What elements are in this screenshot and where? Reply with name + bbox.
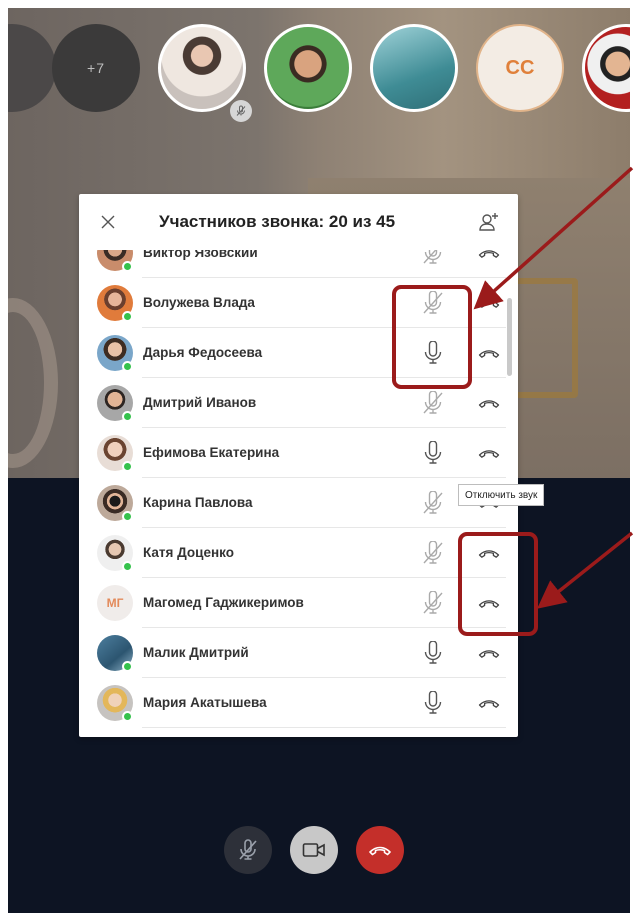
- online-status-dot: [122, 461, 133, 472]
- participant-name: Дмитрий Иванов: [143, 395, 257, 410]
- participant-name: Малик Дмитрий: [143, 645, 249, 660]
- participant-row: Виктор Язовский: [79, 250, 518, 278]
- participant-name: Дарья Федосеева: [143, 345, 263, 360]
- participant-muted-indicator[interactable]: [420, 390, 446, 416]
- participant-row: Катя Доценко: [79, 528, 518, 578]
- participant-name: Карина Павлова: [143, 495, 253, 510]
- participant-row: МГ Магомед Гаджикеримов: [79, 578, 518, 628]
- hang-up-icon: [478, 650, 500, 658]
- hang-up-icon: [478, 450, 500, 458]
- end-call-button[interactable]: [356, 826, 404, 874]
- participants-panel: Участников звонка: 20 из 45 Виктор Язовс…: [79, 194, 518, 737]
- remove-from-call-button[interactable]: [476, 393, 502, 413]
- panel-header: Участников звонка: 20 из 45: [79, 194, 518, 250]
- participant-avatar-initials[interactable]: CC: [476, 24, 564, 112]
- close-button[interactable]: [97, 211, 119, 233]
- hang-up-icon: [478, 400, 500, 408]
- hang-up-icon: [478, 300, 500, 308]
- tooltip: Отключить звук: [458, 484, 545, 506]
- remove-from-call-button[interactable]: [476, 250, 502, 263]
- hang-up-icon: [478, 250, 500, 258]
- participant-avatar: МГ: [97, 585, 133, 621]
- participant-muted-indicator[interactable]: [420, 250, 446, 266]
- participant-name: Виктор Язовский: [143, 250, 258, 260]
- add-user-icon: [479, 213, 498, 231]
- participant-name: Ефимова Екатерина: [143, 445, 280, 460]
- mic-icon: [424, 641, 442, 664]
- participant-name: Катя Доценко: [143, 545, 234, 560]
- highlight-box-hangup: [458, 532, 538, 636]
- mic-off-icon: [423, 541, 443, 564]
- mute-participant-button[interactable]: [420, 640, 446, 666]
- participant-row: Карина Павлова: [79, 478, 518, 528]
- online-status-dot: [122, 511, 133, 522]
- participant-row: Ефимова Екатерина: [79, 428, 518, 478]
- online-status-dot: [122, 411, 133, 422]
- remove-from-call-button[interactable]: [476, 343, 502, 363]
- online-status-dot: [122, 711, 133, 722]
- mute-toggle-button[interactable]: [224, 826, 272, 874]
- mic-off-icon: [423, 591, 443, 614]
- mic-icon: [424, 441, 442, 464]
- more-participants-button[interactable]: +7: [52, 24, 140, 112]
- hang-up-icon: [478, 700, 500, 708]
- online-status-dot: [122, 661, 133, 672]
- row-divider: [142, 727, 506, 728]
- participant-muted-indicator[interactable]: [420, 490, 446, 516]
- highlight-box-mic: [392, 285, 472, 389]
- add-participant-button[interactable]: [477, 210, 501, 234]
- online-status-dot: [122, 561, 133, 572]
- scrollbar[interactable]: [507, 298, 512, 376]
- panel-title: Участников звонка: 20 из 45: [159, 212, 396, 231]
- participant-avatar[interactable]: [264, 24, 352, 112]
- hang-up-icon: [478, 350, 500, 358]
- remove-from-call-button[interactable]: [476, 443, 502, 463]
- video-camera-icon: [302, 843, 325, 857]
- participant-muted-indicator[interactable]: [420, 540, 446, 566]
- more-participants-count: +7: [87, 60, 105, 76]
- participant-name: Магомед Гаджикеримов: [143, 595, 304, 610]
- online-status-dot: [122, 311, 133, 322]
- participant-name: Волужева Влада: [143, 295, 255, 310]
- camera-toggle-button[interactable]: [290, 826, 338, 874]
- mute-participant-button[interactable]: [420, 690, 446, 716]
- mic-off-icon: [236, 105, 246, 116]
- mic-icon: [424, 691, 442, 714]
- mic-off-icon: [423, 250, 442, 264]
- close-icon: [101, 215, 115, 229]
- participant-row: Малик Дмитрий: [79, 628, 518, 678]
- avatar-initials: CC: [505, 56, 535, 79]
- muted-mic-badge: [230, 100, 252, 122]
- online-status-dot: [122, 361, 133, 372]
- avatar-initials: МГ: [106, 596, 124, 610]
- participant-avatar[interactable]: [158, 24, 246, 112]
- participant-muted-indicator[interactable]: [420, 590, 446, 616]
- participant-row: Мария Акатышева: [79, 678, 518, 728]
- mic-off-icon: [239, 839, 257, 860]
- tooltip-text: Отключить звук: [465, 489, 538, 501]
- mic-off-icon: [423, 491, 443, 514]
- remove-from-call-button[interactable]: [476, 293, 502, 313]
- participant-avatar[interactable]: [370, 24, 458, 112]
- participant-name: Мария Акатышева: [143, 695, 267, 710]
- online-status-dot: [122, 261, 133, 272]
- remove-from-call-button[interactable]: [476, 643, 502, 663]
- mic-off-icon: [423, 391, 443, 414]
- hang-up-icon: [369, 846, 391, 856]
- mute-participant-button[interactable]: [420, 440, 446, 466]
- remove-from-call-button[interactable]: [476, 693, 502, 713]
